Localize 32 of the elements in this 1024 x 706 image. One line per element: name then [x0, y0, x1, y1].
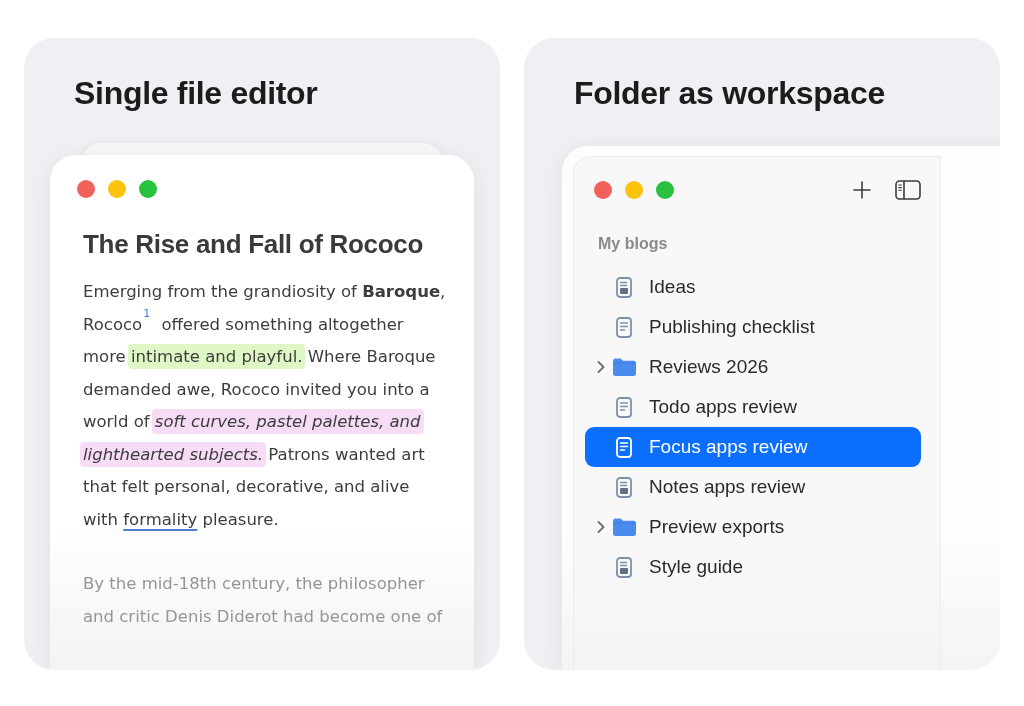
sidebar-item[interactable]: Notes apps review	[585, 467, 921, 507]
link-text[interactable]: formality	[123, 509, 198, 529]
plus-icon[interactable]	[853, 181, 871, 199]
document-icon	[616, 396, 632, 418]
sidebar-item[interactable]: Todo apps review	[585, 387, 921, 427]
zoom-button[interactable]	[139, 180, 157, 198]
zoom-button[interactable]	[656, 181, 674, 199]
folder-icon	[612, 358, 636, 376]
document-icon	[616, 316, 632, 338]
document-icon	[616, 436, 632, 458]
sidebar-item[interactable]: Publishing checklist	[585, 307, 921, 347]
close-button[interactable]	[594, 181, 612, 199]
chevron-right-icon[interactable]	[597, 361, 605, 373]
document-block-icon	[616, 476, 632, 498]
card-title: Folder as workspace	[574, 74, 886, 113]
body-paragraph: Emerging from the grandiosity of Baroque, Rococo$^{1}$ offered something altogether more intimate and playful. Where Baroque demanded awe, Rococo invited you into a world of soft curves, pastel palettes, and lighthearted subjects. Patrons wanted art that felt personal, decorative, and alive with formality pleasure.	[83, 276, 448, 536]
minimize-button[interactable]	[108, 180, 126, 198]
section-label: My blogs	[598, 234, 669, 254]
body-paragraph: By the mid-18th century, the philosopher and critic Denis Diderot had become one of	[83, 573, 444, 628]
document-block-icon	[616, 556, 632, 578]
sidebar-item[interactable]: Ideas	[585, 267, 921, 307]
folder-icon	[612, 518, 636, 536]
card-title: Single file editor	[74, 74, 319, 113]
sidebar-item[interactable]: Reviews 2026	[585, 347, 921, 387]
chevron-right-icon[interactable]	[597, 521, 605, 533]
document-heading: The Rise and Fall of Rococo	[83, 228, 425, 261]
sidebar-item[interactable]: Style guide	[585, 547, 921, 587]
sidebar-toggle-icon[interactable]	[895, 180, 921, 200]
document-block-icon	[616, 276, 632, 298]
sidebar-item[interactable]: Preview exports	[585, 507, 921, 547]
close-button[interactable]	[77, 180, 95, 198]
sidebar-item[interactable]: Focus apps review	[585, 427, 921, 467]
